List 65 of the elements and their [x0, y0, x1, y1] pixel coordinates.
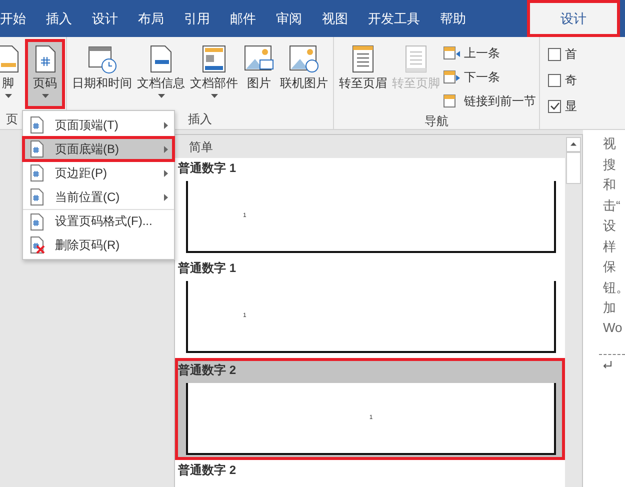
page-number-icon [29, 188, 45, 206]
group-label: 插入 [188, 111, 212, 128]
gallery-item-label: 普通数字 1 [178, 160, 238, 177]
group-label: 页 [6, 111, 18, 128]
document-text: 搜 [603, 156, 617, 174]
ribbon-tab[interactable]: 引用 [174, 0, 220, 37]
ribbon-button[interactable]: 图片 [241, 41, 277, 107]
gallery-item-label: 普通数字 2 [178, 362, 238, 379]
ribbon-small-button[interactable]: 下一条 [443, 67, 536, 87]
menu-item[interactable]: 页面顶端(T) [23, 113, 174, 137]
ribbon-button[interactable]: 联机图片 [278, 41, 330, 107]
paragraph-mark-icon [603, 361, 612, 370]
menu-item[interactable]: 删除页码(R) [23, 233, 174, 257]
ribbon-tab[interactable]: 开发工具 [358, 0, 430, 37]
scroll-thumb[interactable] [566, 152, 581, 184]
page-number-icon [29, 116, 45, 134]
ribbon-small-button[interactable]: 链接到前一节 [443, 91, 536, 111]
page-number-icon [29, 140, 45, 158]
ribbon-small-button[interactable]: 上一条 [443, 43, 536, 63]
checkbox-label: 奇 [565, 72, 577, 88]
next-icon [443, 69, 461, 85]
document-text: Wo [603, 320, 624, 336]
gallery-item-label: 普通数字 1 [178, 260, 238, 277]
ribbon-tab[interactable]: 开始 [0, 0, 36, 37]
scroll-up-icon[interactable] [566, 137, 581, 152]
ribbon-tab[interactable]: 布局 [128, 0, 174, 37]
delete-page-number-icon [29, 236, 45, 254]
document-text: 样 [603, 238, 617, 256]
page-number-icon [29, 212, 45, 230]
gallery-item[interactable]: 普通数字 2 [175, 460, 565, 484]
checkbox[interactable] [548, 48, 561, 60]
menu-item[interactable]: 页边距(P) [23, 161, 174, 185]
checkbox-label: 首 [565, 46, 577, 62]
document-text: 视 [603, 135, 617, 153]
ribbon-button[interactable]: 文档部件 [188, 41, 240, 107]
online-picture-icon [288, 43, 320, 75]
ribbon-tab[interactable]: 设计 [82, 0, 128, 37]
page-number-icon [29, 164, 45, 182]
contextual-tab[interactable]: 设计 [527, 0, 620, 37]
document-text: 钮。 [603, 278, 625, 296]
document-text: 加 [603, 299, 617, 317]
gallery-header: 简单 [175, 135, 565, 158]
previous-icon [443, 45, 461, 61]
menu-item[interactable]: 页面底端(B) [23, 137, 174, 161]
ribbon-button[interactable]: 转至页眉 [337, 41, 389, 107]
ribbon-button[interactable]: 日期和时间 [70, 41, 134, 107]
ribbon-tab[interactable]: 邮件 [220, 0, 266, 37]
ribbon-tab[interactable]: 审阅 [266, 0, 312, 37]
ribbon-button[interactable]: 页码 [27, 41, 63, 107]
ribbon-tab[interactable]: 插入 [36, 0, 82, 37]
ribbon-button[interactable]: 文档信息 [135, 41, 187, 107]
ribbon-tab[interactable]: 帮助 [430, 0, 476, 37]
checkbox-label: 显 [565, 98, 577, 114]
checkbox[interactable] [548, 74, 561, 86]
menu-item[interactable]: 当前位置(C) [23, 185, 174, 209]
gallery-item-label: 普通数字 2 [178, 462, 238, 479]
document-text: 和 [603, 176, 617, 194]
document-text: 保 [603, 258, 617, 276]
document-text: 击“ [603, 196, 622, 214]
menu-item[interactable]: 设置页码格式(F)... [23, 209, 174, 233]
document-text: 设 [603, 217, 617, 235]
check-icon [550, 102, 560, 110]
group-label: 导航 [424, 113, 448, 129]
checkbox[interactable] [548, 100, 561, 112]
ribbon-tab[interactable]: 视图 [312, 0, 358, 37]
